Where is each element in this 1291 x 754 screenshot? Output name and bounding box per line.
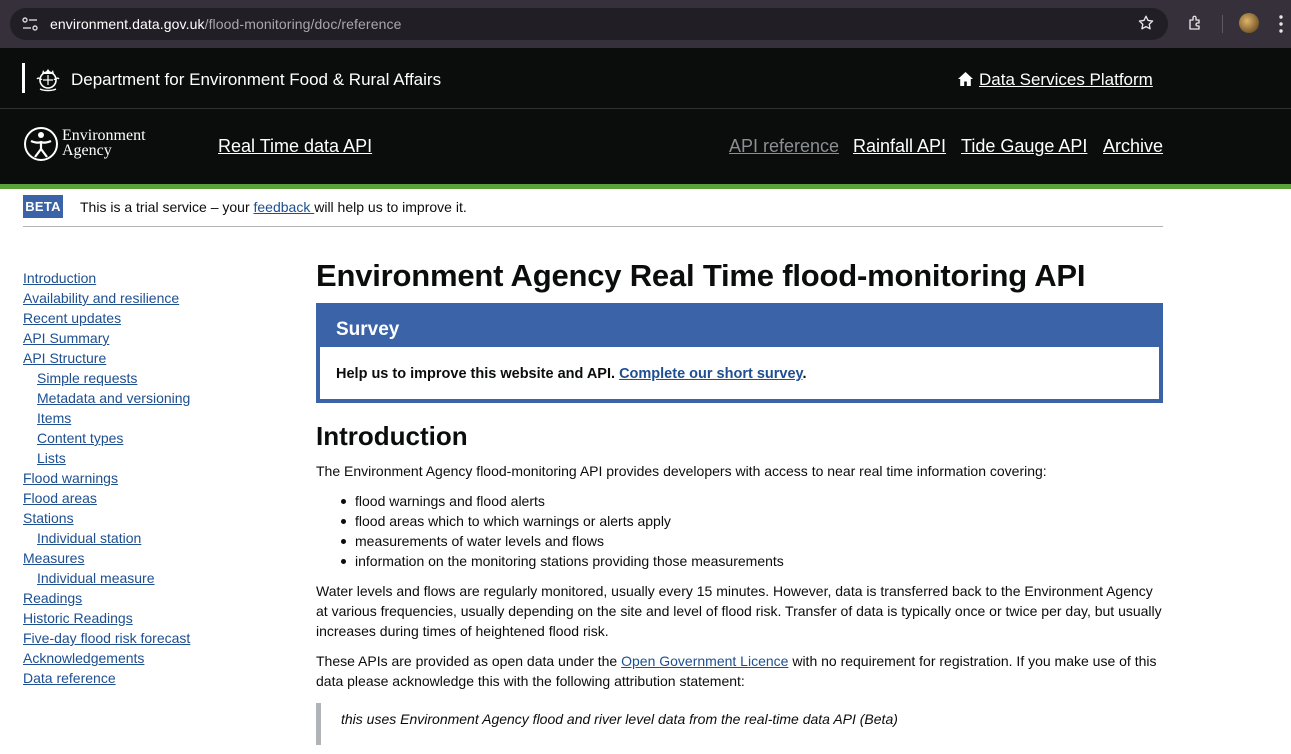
intro-paragraph: The Environment Agency flood-monitoring … [316,463,1047,479]
sidebar-item-api-summary[interactable]: API Summary [23,328,283,348]
list-item: flood areas which to which warnings or a… [340,511,784,531]
page-title: Environment Agency Real Time flood-monit… [316,258,1086,293]
nav-rainfall-api[interactable]: Rainfall API [853,136,946,157]
site-info-icon[interactable] [22,17,38,31]
beta-tag: BETA [23,195,63,218]
sidebar-item-content-types[interactable]: Content types [23,428,283,448]
sidebar-item-five-day-flood-risk-forecast[interactable]: Five-day flood risk forecast [23,628,283,648]
department-name[interactable]: Department for Environment Food & Rural … [71,70,441,90]
sidebar-item-lists[interactable]: Lists [23,448,283,468]
nav-api-reference[interactable]: API reference [729,136,839,157]
sidebar-item-introduction[interactable]: Introduction [23,268,283,288]
list-item: measurements of water levels and flows [340,531,784,551]
sidebar-item-simple-requests[interactable]: Simple requests [23,368,283,388]
feedback-link[interactable]: feedback [254,199,315,215]
sidebar-item-flood-warnings[interactable]: Flood warnings [23,468,283,488]
browser-toolbar: environment.data.gov.uk/flood-monitoring… [0,0,1291,48]
url-text[interactable]: environment.data.gov.uk/flood-monitoring… [50,16,401,32]
sidebar-item-api-structure[interactable]: API Structure [23,348,283,368]
data-services-platform-link[interactable]: Data Services Platform [979,70,1153,90]
ea-logo-icon[interactable] [23,126,59,162]
sidebar-item-readings[interactable]: Readings [23,588,283,608]
beta-message: This is a trial service – your feedback … [80,199,467,215]
sidebar-item-acknowledgements[interactable]: Acknowledgements [23,648,283,668]
survey-link[interactable]: Complete our short survey [619,366,802,382]
survey-heading: Survey [336,319,400,340]
introduction-heading: Introduction [316,421,468,451]
open-government-licence-link[interactable]: Open Government Licence [621,653,788,669]
url-path: /flood-monitoring/doc/reference [204,16,402,32]
ea-logo-text-line2[interactable]: Agency [62,142,112,160]
extensions-icon[interactable] [1187,14,1205,32]
list-item: flood warnings and flood alerts [340,491,784,511]
survey-text: Help us to improve this website and API.… [336,366,807,382]
sidebar-toc: Introduction Availability and resilience R… [23,268,283,688]
licence-text-before: These APIs are provided as open data und… [316,653,622,669]
sidebar-item-recent-updates[interactable]: Recent updates [23,308,283,328]
survey-body: Help us to improve this website and API.… [320,347,1159,399]
sidebar-item-individual-station[interactable]: Individual station [23,528,283,548]
sidebar-item-items[interactable]: Items [23,408,283,428]
list-item: information on the monitoring stations p… [340,551,784,571]
profile-avatar[interactable] [1239,13,1259,33]
attribution-statement: this uses Environment Agency flood and r… [341,711,898,727]
licence-paragraph: These APIs are provided as open data und… [316,651,1166,691]
sidebar-item-historic-readings[interactable]: Historic Readings [23,608,283,628]
royal-crest-icon [36,69,60,92]
sidebar-item-metadata-and-versioning[interactable]: Metadata and versioning [23,388,283,408]
survey-period: . [802,366,807,382]
survey-panel: Survey Help us to improve this website a… [316,303,1163,403]
sidebar-item-individual-measure[interactable]: Individual measure [23,568,283,588]
nav-tide-gauge-api[interactable]: Tide Gauge API [961,136,1087,157]
coverage-list: flood warnings and flood alerts flood ar… [340,491,784,571]
beta-divider [23,226,1163,227]
url-host: environment.data.gov.uk [50,16,205,32]
beta-text-before: This is a trial service – your [80,199,254,215]
toolbar-separator [1222,15,1223,33]
beta-text-after: will help us to improve it. [314,199,467,215]
sidebar-item-stations[interactable]: Stations [23,508,283,528]
ea-header [0,109,1291,184]
survey-prompt: Help us to improve this website and API. [336,366,620,382]
ea-green-stripe [0,184,1291,189]
nav-archive[interactable]: Archive [1103,136,1163,157]
sidebar-item-measures[interactable]: Measures [23,548,283,568]
defra-stripe [22,63,25,93]
sidebar-item-availability-and-resilience[interactable]: Availability and resilience [23,288,283,308]
service-name-link[interactable]: Real Time data API [218,136,372,157]
sidebar-item-flood-areas[interactable]: Flood areas [23,488,283,508]
menu-dots-icon[interactable] [1278,14,1284,34]
frequency-paragraph: Water levels and flows are regularly mon… [316,583,1162,639]
bookmark-star-icon[interactable] [1137,14,1155,32]
sidebar-item-data-reference[interactable]: Data reference [23,668,283,688]
quote-border [316,703,321,745]
home-icon [958,72,973,86]
